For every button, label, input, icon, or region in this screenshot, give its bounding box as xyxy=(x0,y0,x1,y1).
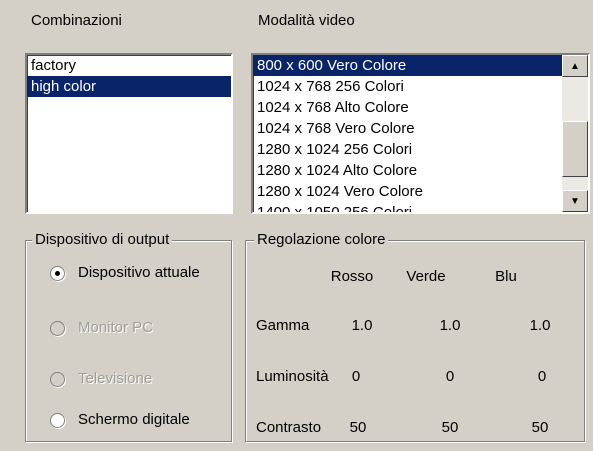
scroll-down-button[interactable]: ▼ xyxy=(562,190,588,212)
list-item-800x600-vero[interactable]: 800 x 600 Vero Colore xyxy=(253,55,562,76)
video-mode-listbox[interactable]: 800 x 600 Vero Colore 1024 x 768 256 Col… xyxy=(251,53,590,214)
list-item-1280x1024-256[interactable]: 1280 x 1024 256 Colori xyxy=(253,139,562,160)
label-schermo-digitale[interactable]: Schermo digitale xyxy=(78,411,190,428)
list-item-1024x768-vero[interactable]: 1024 x 768 Vero Colore xyxy=(253,118,562,139)
radio-checked-dot xyxy=(55,271,60,276)
radio-televisione xyxy=(50,372,65,387)
radio-monitor-pc xyxy=(50,321,65,336)
contrasto-blu[interactable]: 50 xyxy=(510,419,570,436)
scroll-up-button[interactable]: ▲ xyxy=(562,55,588,77)
color-adjust-group: Regolazione colore Rosso Verde Blu Gamma… xyxy=(245,231,585,442)
contrasto-rosso[interactable]: 50 xyxy=(328,419,388,436)
video-mode-label: Modalità video xyxy=(258,12,355,29)
gamma-rosso[interactable]: 1.0 xyxy=(332,317,392,334)
radio-dispositivo-attuale[interactable] xyxy=(50,266,65,281)
video-scrollbar[interactable]: ▲ ▼ xyxy=(562,55,588,212)
row-label-gamma: Gamma xyxy=(256,317,310,334)
row-label-luminosita: Luminosità xyxy=(256,368,329,385)
contrasto-verde[interactable]: 50 xyxy=(420,419,480,436)
gamma-verde[interactable]: 1.0 xyxy=(420,317,480,334)
label-monitor-pc: Monitor PC xyxy=(78,319,154,336)
scroll-thumb[interactable] xyxy=(562,121,588,177)
up-arrow-icon: ▲ xyxy=(570,61,580,72)
combinazioni-listbox[interactable]: factory high color xyxy=(25,53,233,214)
list-item-1024x768-alto[interactable]: 1024 x 768 Alto Colore xyxy=(253,97,562,118)
radio-schermo-digitale[interactable] xyxy=(50,413,65,428)
row-label-contrasto: Contrasto xyxy=(256,419,322,436)
luminosita-verde[interactable]: 0 xyxy=(420,368,480,385)
label-televisione: Televisione xyxy=(78,370,153,387)
list-item-factory[interactable]: factory xyxy=(27,55,231,76)
list-item-1280x1024-alto[interactable]: 1280 x 1024 Alto Colore xyxy=(253,160,562,181)
header-verde: Verde xyxy=(406,268,446,285)
header-rosso: Rosso xyxy=(330,268,374,285)
list-item-1400x1050-256[interactable]: 1400 x 1050 256 Colori xyxy=(253,202,562,212)
color-adjust-title: Regolazione colore xyxy=(254,231,389,248)
list-item-1280x1024-vero[interactable]: 1280 x 1024 Vero Colore xyxy=(253,181,562,202)
label-dispositivo-attuale[interactable]: Dispositivo attuale xyxy=(78,264,200,281)
luminosita-blu[interactable]: 0 xyxy=(512,368,572,385)
gamma-blu[interactable]: 1.0 xyxy=(510,317,570,334)
list-item-high-color[interactable]: high color xyxy=(27,76,231,97)
output-device-title: Dispositivo di output xyxy=(32,231,173,248)
down-arrow-icon: ▼ xyxy=(570,196,580,207)
luminosita-rosso[interactable]: 0 xyxy=(326,368,386,385)
combinazioni-label: Combinazioni xyxy=(31,12,122,29)
list-item-1024x768-256[interactable]: 1024 x 768 256 Colori xyxy=(253,76,562,97)
output-device-group: Dispositivo di output Dispositivo attual… xyxy=(25,231,232,442)
header-blu: Blu xyxy=(495,268,517,285)
